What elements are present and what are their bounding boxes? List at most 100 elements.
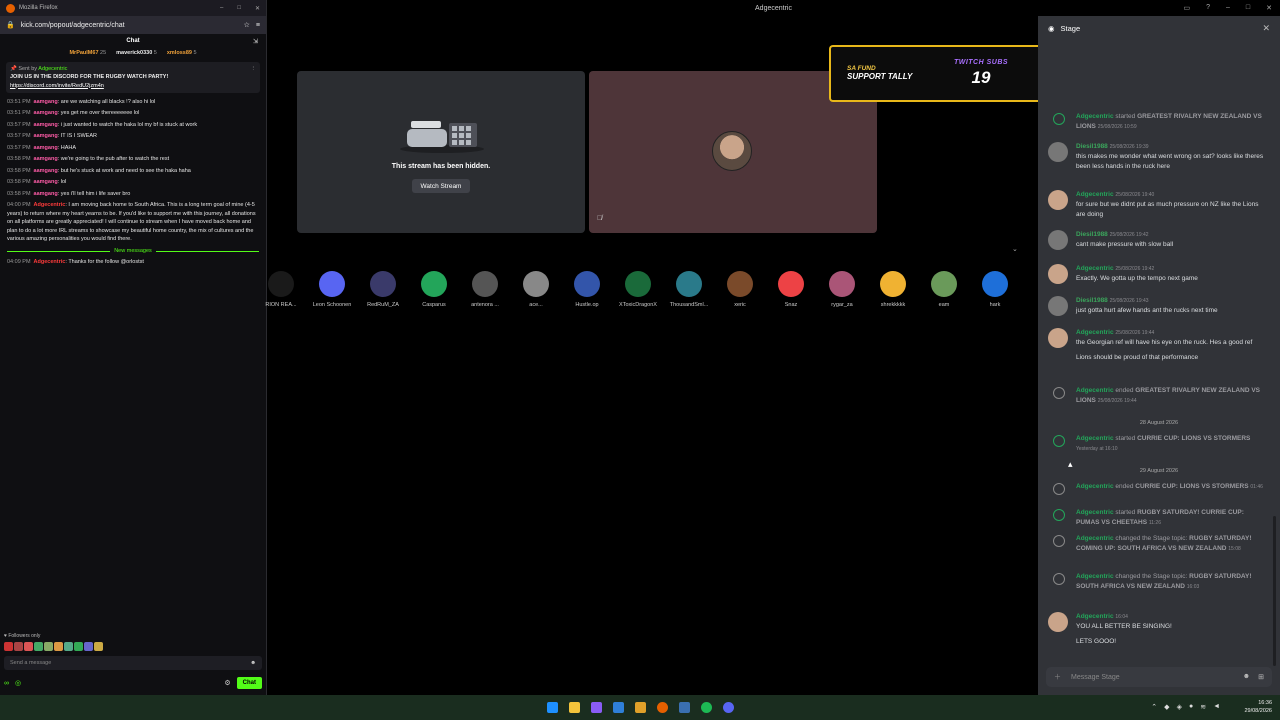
emoji-icon[interactable]: ☻: [250, 660, 256, 666]
popout-icon[interactable]: ⇲: [253, 38, 258, 45]
spotify-icon[interactable]: [701, 702, 712, 713]
points-icon[interactable]: ◎: [15, 679, 21, 687]
audience-member[interactable]: eam: [919, 271, 969, 308]
tray-app-icon[interactable]: ●: [1189, 703, 1193, 711]
feed-user[interactable]: Adgecentric: [1076, 435, 1114, 442]
emote[interactable]: [64, 642, 73, 651]
url-text[interactable]: kick.com/popout/adgecentric/chat: [21, 22, 238, 29]
message-user[interactable]: aamgang: [34, 179, 58, 185]
message-user[interactable]: aamgang: [34, 145, 58, 151]
feed-user[interactable]: Adgecentric: [1076, 265, 1114, 272]
feed-scrollbar[interactable]: [1273, 516, 1276, 666]
audience-member[interactable]: Hustle.op: [562, 271, 612, 308]
discord-taskbar-icon[interactable]: [723, 702, 734, 713]
emote[interactable]: [44, 642, 53, 651]
feed-user[interactable]: Adgecentric: [1076, 483, 1114, 490]
feed-user[interactable]: Adgecentric: [1076, 573, 1114, 580]
firefox-taskbar-icon[interactable]: [657, 702, 668, 713]
emoji-icon[interactable]: ☻: [1243, 673, 1250, 681]
audience-member[interactable]: rygar_za: [817, 271, 867, 308]
feed-user[interactable]: Adgecentric: [1076, 191, 1114, 198]
audience-member[interactable]: RedRuM_ZA: [358, 271, 408, 308]
volume-icon[interactable]: ◄: [1213, 703, 1220, 711]
feed-user[interactable]: Adgecentric: [1076, 387, 1114, 394]
feed-user[interactable]: Adgecentric: [1076, 509, 1114, 516]
user-avatar[interactable]: [1048, 296, 1068, 316]
feed-message[interactable]: Adgecentric 25/08/2026 19:44 the Georgian…: [1038, 328, 1280, 372]
menu-icon[interactable]: ≡: [256, 22, 260, 29]
maximize-icon[interactable]: □: [237, 5, 241, 12]
inbox-icon[interactable]: ▭: [1183, 4, 1190, 12]
app-icon[interactable]: [635, 702, 646, 713]
start-icon[interactable]: [547, 702, 558, 713]
audience-member[interactable]: ThousandSml...: [664, 271, 714, 308]
emote[interactable]: [14, 642, 23, 651]
stream-tile-hidden[interactable]: This stream has been hidden. Watch Strea…: [297, 71, 585, 233]
feed-message[interactable]: Diesil1988 25/08/2026 19:42 cant make pre…: [1038, 230, 1280, 252]
audience-member[interactable]: Casparus: [409, 271, 459, 308]
message-user[interactable]: aamgang: [34, 110, 58, 116]
tray-app-icon[interactable]: ◈: [1177, 703, 1182, 711]
help-icon[interactable]: ?: [1206, 4, 1210, 12]
minimize-icon[interactable]: –: [1226, 4, 1230, 12]
tray-app-icon[interactable]: ◆: [1164, 703, 1169, 711]
message-user[interactable]: aamgang: [34, 168, 58, 174]
emote[interactable]: [4, 642, 13, 651]
emote[interactable]: [54, 642, 63, 651]
feed-user[interactable]: Adgecentric: [1076, 329, 1114, 336]
pinned-link[interactable]: https://discord.com/invite/RedU2jzm4n: [10, 83, 104, 89]
add-icon[interactable]: ＋: [1054, 672, 1061, 682]
gear-icon[interactable]: ⚙: [224, 679, 230, 687]
feed-user[interactable]: Adgecentric: [1076, 113, 1114, 120]
audience-member[interactable]: Leon Schoonen: [307, 271, 357, 308]
feed-user[interactable]: Adgecentric: [1076, 613, 1114, 620]
audience-member[interactable]: RION REA...: [256, 271, 306, 308]
audience-member[interactable]: shrekkkkk: [868, 271, 918, 308]
user-avatar[interactable]: [1048, 230, 1068, 250]
user-avatar[interactable]: [1048, 612, 1068, 632]
gifter-item[interactable]: MrPaulM67 25: [69, 50, 106, 56]
watch-stream-button[interactable]: Watch Stream: [412, 179, 470, 193]
message-user[interactable]: aamgang: [34, 133, 58, 139]
close-icon[interactable]: ✕: [1266, 4, 1272, 12]
user-avatar[interactable]: [1048, 190, 1068, 210]
apps-icon[interactable]: ⊞: [1258, 673, 1264, 681]
audience-member[interactable]: hark: [970, 271, 1020, 308]
emote[interactable]: [24, 642, 33, 651]
feed-message[interactable]: Adgecentric 25/08/2026 19:40 for sure but…: [1038, 190, 1280, 220]
feed-user[interactable]: Diesil1988: [1076, 231, 1108, 238]
audience-member[interactable]: XToxicDragonX: [613, 271, 663, 308]
emote[interactable]: [34, 642, 43, 651]
wifi-icon[interactable]: ≋: [1200, 703, 1206, 711]
user-avatar[interactable]: [1048, 328, 1068, 348]
message-user[interactable]: Adgecentric: [34, 259, 66, 265]
kick-icon[interactable]: ∞: [4, 680, 9, 687]
pin-options-icon[interactable]: ⋮: [251, 65, 257, 73]
feed-user[interactable]: Diesil1988: [1076, 297, 1108, 304]
chat-send-button[interactable]: Chat: [236, 677, 262, 689]
message-stage-input[interactable]: ＋ Message Stage ☻ ⊞: [1046, 667, 1272, 687]
emote[interactable]: [94, 642, 103, 651]
minimize-icon[interactable]: –: [220, 5, 223, 12]
audience-member[interactable]: antenora ...: [460, 271, 510, 308]
chevron-down-icon[interactable]: ⌄: [1012, 245, 1018, 253]
close-icon[interactable]: ✕: [1262, 23, 1270, 34]
user-avatar[interactable]: [1048, 142, 1068, 162]
app-icon[interactable]: [679, 702, 690, 713]
feed-message[interactable]: Adgecentric 25/08/2026 19:42 Exactly. We …: [1038, 264, 1280, 286]
emote[interactable]: [84, 642, 93, 651]
app-icon[interactable]: [613, 702, 624, 713]
feed-message[interactable]: Diesil1988 25/08/2026 19:39 this makes me…: [1038, 142, 1280, 172]
audience-member[interactable]: ace...: [511, 271, 561, 308]
app-icon[interactable]: [591, 702, 602, 713]
message-user[interactable]: Adgecentric: [34, 202, 66, 208]
message-user[interactable]: aamgang: [34, 191, 58, 197]
taskbar-clock[interactable]: 16:36 29/08/2026: [1244, 699, 1272, 716]
chevron-up-icon[interactable]: ⌃: [1151, 703, 1157, 711]
audience-member[interactable]: Snaz: [766, 271, 816, 308]
gifter-item[interactable]: maverick0330 5: [116, 50, 157, 56]
feed-message[interactable]: Diesil1988 25/08/2026 19:43 just gotta hu…: [1038, 296, 1280, 318]
user-avatar[interactable]: [1048, 264, 1068, 284]
message-user[interactable]: aamgang: [34, 156, 58, 162]
gifter-item[interactable]: xmloss89 5: [167, 50, 197, 56]
